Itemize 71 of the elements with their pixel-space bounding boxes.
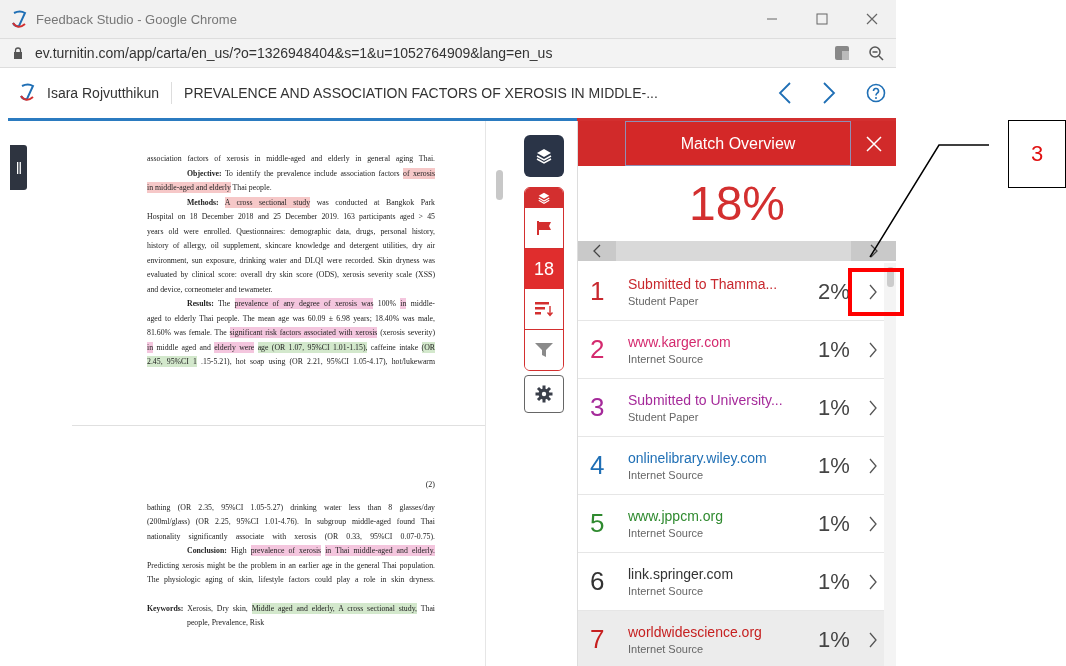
similarity-score: 18% [687, 176, 787, 232]
chevron-right-icon[interactable] [868, 573, 878, 590]
source-number: 4 [589, 450, 606, 481]
source-number: 6 [589, 566, 606, 597]
match-percent: 1% [818, 452, 851, 479]
settings-button[interactable] [524, 375, 564, 413]
next-icon[interactable] [822, 82, 836, 104]
scrollbar-thumb[interactable] [496, 170, 503, 200]
source-number: 1 [589, 276, 606, 307]
source-name[interactable]: Submitted to Thamma... [628, 276, 818, 292]
translate-icon[interactable] [834, 45, 850, 61]
source-number: 3 [589, 392, 606, 423]
source-type: Internet Source [628, 469, 705, 481]
close-icon[interactable] [866, 13, 878, 25]
maximize-icon[interactable] [816, 13, 828, 25]
settings-icon [535, 385, 553, 403]
source-number: 2 [589, 334, 606, 365]
source-name[interactable]: Submitted to University... [628, 392, 818, 408]
sort-icon [535, 301, 553, 317]
chevron-right-icon[interactable] [868, 399, 878, 416]
match-percent: 1% [818, 510, 851, 537]
zoom-icon[interactable] [868, 45, 884, 61]
match-layer-button[interactable] [524, 135, 564, 177]
callout-label: 3 [1008, 120, 1066, 188]
similarity-layer-button[interactable] [525, 188, 563, 208]
page-number: (2) [424, 479, 435, 491]
scrollbar-thumb[interactable] [886, 267, 894, 287]
source-row[interactable]: 7 worldwidescience.org Internet Source 1% [578, 611, 884, 666]
close-icon [865, 135, 882, 152]
previous-icon[interactable] [778, 82, 792, 104]
source-name[interactable]: worldwidescience.org [628, 624, 818, 640]
filter-icon [535, 342, 553, 358]
source-name[interactable]: onlinelibrary.wiley.com [628, 450, 818, 466]
match-percent: 1% [818, 568, 851, 595]
chevron-right-icon[interactable] [868, 341, 878, 358]
match-percent: 1% [818, 336, 851, 363]
match-percent: 2% [818, 278, 851, 305]
source-type: Internet Source [628, 527, 705, 539]
flag-icon [536, 220, 552, 236]
scroll-right-icon[interactable] [868, 244, 879, 258]
match-percent: 1% [818, 394, 851, 421]
match-percent: 1% [818, 626, 851, 653]
author-name: Isara Rojvutthikun [47, 85, 160, 101]
source-type: Internet Source [628, 643, 705, 655]
chevron-right-icon[interactable] [868, 457, 878, 474]
source-name[interactable]: link.springer.com [628, 566, 818, 582]
source-name[interactable]: www.jppcm.org [628, 508, 818, 524]
lock-icon [13, 47, 23, 59]
source-type: Student Paper [628, 295, 700, 307]
source-type: Internet Source [628, 585, 705, 597]
side-panel-handle[interactable] [10, 145, 27, 190]
grip-icon [16, 161, 21, 174]
source-number: 7 [589, 624, 606, 655]
chevron-right-icon[interactable] [868, 515, 878, 532]
source-type: Student Paper [628, 411, 700, 423]
turnitin-logo-icon [10, 10, 28, 28]
help-icon[interactable] [866, 83, 886, 103]
horizontal-scrollbar[interactable] [578, 241, 896, 261]
panel-title[interactable]: Match Overview [625, 121, 851, 166]
chevron-right-icon[interactable] [868, 631, 878, 648]
match-count-button[interactable]: 18 [525, 249, 563, 289]
highlight-frame [848, 268, 904, 316]
scroll-left-icon[interactable] [592, 244, 602, 258]
chevron-right-icon[interactable] [868, 283, 878, 300]
layers-icon [538, 192, 550, 204]
paper-title: PREVALENCE AND ASSOCIATION FACTORS OF XEROSIS IN MIDDLE-... [184, 85, 658, 101]
window-title: Feedback Studio - Google Chrome [36, 11, 237, 27]
source-type: Internet Source [628, 353, 705, 365]
layers-icon [536, 148, 552, 164]
source-number: 5 [589, 508, 606, 539]
source-name[interactable]: www.karger.com [628, 334, 818, 350]
